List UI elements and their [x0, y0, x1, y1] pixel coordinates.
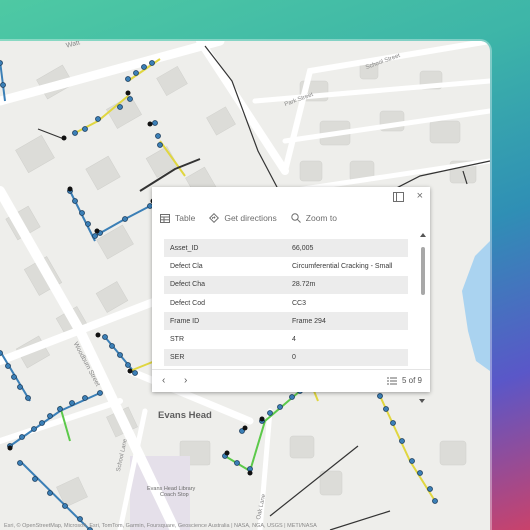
zoom-icon [291, 213, 301, 223]
field-value: 66,005 [292, 244, 314, 252]
feature-pager[interactable]: 5 of 9 [386, 376, 422, 385]
place-label: Evans Head [158, 410, 212, 421]
field-name: Defect Cla [170, 262, 203, 270]
field-name: Frame ID [170, 317, 200, 325]
table-row: Defect Cod CC3 [164, 294, 408, 312]
table-label: Table [175, 213, 196, 223]
map-attribution: Esri, © OpenStreetMap, Microsoft, Esri, … [4, 523, 317, 529]
scroll-down-arrow[interactable] [419, 399, 425, 403]
zoom-to-label: Zoom to [305, 213, 337, 223]
field-name: Asset_ID [170, 244, 199, 252]
field-value: 28.72m [292, 281, 316, 289]
table-icon [160, 213, 170, 223]
next-feature-button[interactable]: › [184, 375, 187, 386]
get-directions-label: Get directions [224, 213, 277, 223]
field-value: 4 [292, 336, 296, 344]
popup-footer: ‹ › 5 of 9 [152, 369, 430, 393]
field-name: Defect Cha [170, 281, 206, 289]
list-icon [386, 377, 397, 384]
field-value: CC3 [292, 299, 307, 307]
table-button[interactable]: Table [160, 213, 195, 223]
popup-header: × [152, 187, 430, 207]
table-row: Defect Cha 28.72m [164, 275, 408, 294]
field-value: Frame 294 [292, 317, 326, 325]
field-value: 0 [292, 354, 296, 362]
scrollbar-thumb[interactable] [421, 247, 425, 295]
scroll-up-arrow[interactable] [420, 233, 426, 237]
table-row: Asset_ID 66,005 [164, 239, 408, 258]
get-directions-button[interactable]: Get directions [209, 213, 277, 223]
directions-icon [209, 213, 220, 223]
zoom-to-button[interactable]: Zoom to [291, 213, 337, 223]
field-value: Circumferential Cracking - Small [292, 262, 393, 270]
field-name: STR [170, 336, 184, 344]
table-row: Defect Cla Circumferential Cracking - Sma… [164, 257, 408, 275]
field-name: SER [170, 354, 185, 362]
close-icon[interactable]: × [417, 190, 423, 202]
map-card: Watt School Street Park Street Woodburn … [0, 41, 490, 530]
field-name: Defect Cod [170, 299, 206, 307]
table-row: SER 0 [164, 348, 408, 366]
poi-sublabel: Coach Stop [160, 492, 189, 498]
feature-popup: × Table Get directions Zoom to Asset_ID … [152, 187, 430, 403]
dock-icon[interactable] [393, 192, 404, 202]
table-row: Frame ID Frame 294 [164, 312, 408, 331]
pager-label: 5 of 9 [401, 376, 422, 385]
previous-feature-button[interactable]: ‹ [162, 375, 165, 386]
popup-actions: Table Get directions Zoom to [160, 211, 337, 225]
table-row: STR 4 [164, 330, 408, 348]
attribute-table: Asset_ID 66,005 Defect Cla Circumferential… [164, 239, 408, 366]
